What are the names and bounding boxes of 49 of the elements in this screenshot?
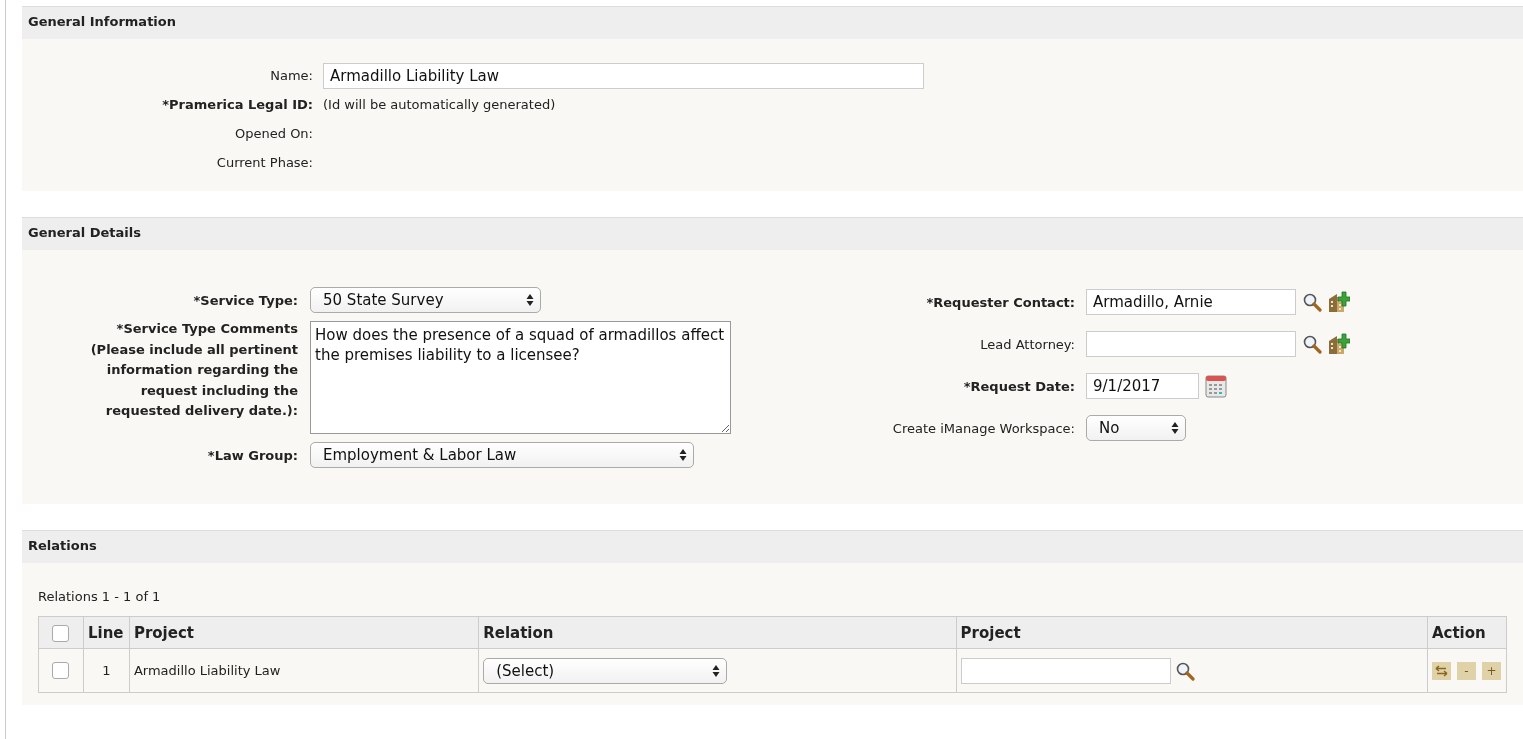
building-add-icon[interactable] [1328, 333, 1350, 355]
record-count: Relations 1 - 1 of 1 [38, 589, 162, 604]
checkbox[interactable] [52, 624, 70, 642]
section-header: General Information [22, 6, 1523, 39]
column-header: Action [1427, 616, 1507, 649]
select-dropdown[interactable]: (Select) [483, 657, 728, 684]
updown-arrows-icon [679, 448, 687, 462]
text-field[interactable]: Armadillo Liability Law [323, 62, 924, 89]
select-dropdown[interactable]: 50 State Survey [310, 287, 541, 313]
text-field[interactable]: Armadillo, Arnie [1086, 289, 1296, 315]
column-header: Relation [478, 616, 957, 649]
field-label: Create iManage Workspace: [891, 420, 1075, 436]
field-label: Name: [269, 68, 313, 83]
calendar-icon[interactable] [1205, 374, 1227, 398]
field-label: *Requester Contact: [925, 294, 1075, 310]
select-dropdown[interactable]: Employment & Labor Law [310, 442, 694, 468]
comments-field[interactable]: How does the presence of a squad of armadillos affect the premises liability to a licensee? [310, 321, 731, 434]
text-field[interactable] [960, 657, 1171, 684]
field-label: *Request Date: [962, 378, 1075, 394]
checkbox[interactable] [52, 662, 70, 679]
updown-arrows-icon [1171, 421, 1179, 435]
row-action-button[interactable]: + [1481, 661, 1501, 680]
field-label: Lead Attorney: [979, 336, 1075, 352]
field-label: *Law Group: [206, 447, 298, 463]
field-label: *Pramerica Legal ID: [161, 97, 313, 112]
field-label: *Service Type: [192, 292, 298, 308]
table-cell: 1 [83, 648, 130, 693]
column-header: Project [956, 616, 1428, 649]
field-label: Current Phase: [215, 155, 313, 170]
swap-arrows-icon [1434, 664, 1448, 677]
search-icon[interactable] [1302, 334, 1322, 354]
column-header: Line [83, 616, 130, 649]
updown-arrows-icon [526, 293, 534, 307]
updown-arrows-icon [712, 663, 721, 678]
field-label: *Service Type Comments (Please include all pertinent information regarding the request including the requested delivery date.): [89, 320, 298, 420]
building-add-icon[interactable] [1328, 291, 1350, 313]
text-field[interactable]: 9/1/2017 [1086, 373, 1199, 399]
search-icon[interactable] [1302, 292, 1322, 312]
table-cell: Armadillo Liability Law [129, 648, 479, 693]
section-header: General Details [22, 217, 1523, 250]
column-header: Project [129, 616, 479, 649]
row-action-button[interactable]: - [1456, 661, 1476, 680]
field-label: Opened On: [234, 126, 313, 141]
select-dropdown[interactable]: No [1086, 415, 1186, 441]
text-field[interactable] [1086, 331, 1296, 357]
section-header: Relations [22, 530, 1523, 563]
field-value: (Id will be automatically generated) [323, 97, 556, 112]
reorder-button[interactable] [1431, 661, 1451, 680]
search-icon[interactable] [1174, 660, 1195, 681]
